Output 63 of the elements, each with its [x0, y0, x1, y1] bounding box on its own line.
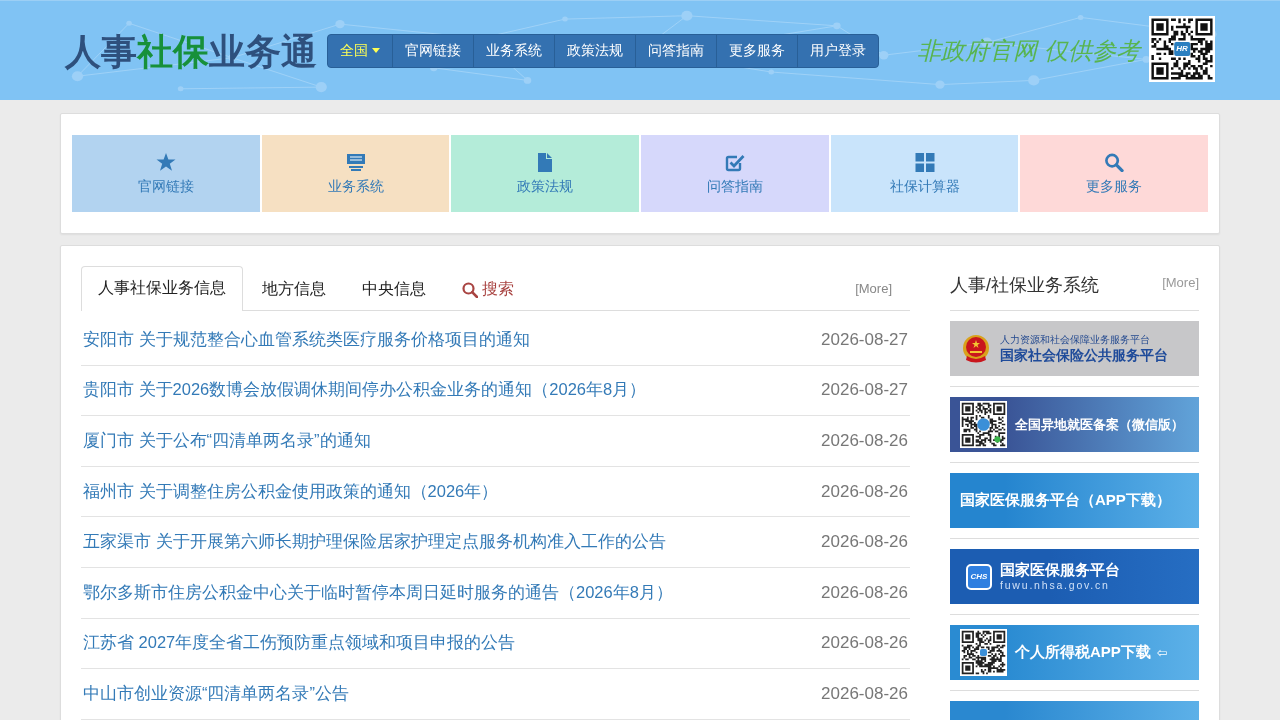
- qr-code-icon: [960, 401, 1007, 448]
- sidebar-title: 人事/社保业务系统: [950, 274, 1099, 296]
- news-link[interactable]: 中山市创业资源“四清单两名录”公告: [83, 682, 349, 705]
- news-date: 2026-08-26: [821, 481, 908, 502]
- news-link[interactable]: 鄂尔多斯市住房公积金中心关于临时暂停本周日延时服务的通告（2026年8月）: [83, 581, 673, 604]
- banner-title: 国家社会保险公共服务平台: [1000, 345, 1168, 364]
- news-link[interactable]: 五家渠市 关于开展第六师长期护理保险居家护理定点服务机构准入工作的公告: [83, 531, 666, 554]
- nav-item[interactable]: 业务系统: [473, 34, 554, 67]
- banner-title: 国家医保服务平台: [1000, 561, 1120, 579]
- slogan-text: 非政府官网 仅供参考: [917, 35, 1140, 66]
- news-link[interactable]: 厦门市 关于公布“四清单两名录”的通知: [83, 430, 371, 452]
- search-icon: [1104, 152, 1125, 172]
- grid-icon: [914, 152, 935, 172]
- shortcut-tile[interactable]: 官网链接: [72, 135, 260, 212]
- news-date: 2026-08-26: [821, 633, 908, 654]
- news-date: 2026-08-26: [821, 683, 908, 704]
- banner-link[interactable]: 全国异地就医备案（微信版）: [950, 397, 1199, 452]
- banner-title: 个人所得税APP下载: [1015, 643, 1151, 662]
- news-date: 2026-08-26: [821, 431, 908, 451]
- news-date: 2026-08-26: [821, 582, 908, 603]
- monitor-icon: [345, 152, 366, 172]
- star-icon: [155, 152, 176, 172]
- tab[interactable]: 人事社保业务信息: [81, 266, 243, 311]
- check-square-icon: [724, 152, 745, 172]
- nav-item[interactable]: 政策法规: [554, 34, 635, 67]
- emblem-icon: [962, 333, 990, 364]
- banner-title: 全国异地就医备案（微信版）: [1015, 415, 1184, 434]
- banner-link[interactable]: CHS 国家医保服务平台 fuwu.nhsa.gov.cn: [950, 549, 1199, 604]
- news-date: 2026-08-27: [821, 329, 908, 350]
- banner-title: 国家医保服务平台（APP下载）: [960, 491, 1171, 510]
- tab[interactable]: 搜索: [445, 267, 531, 311]
- nav-item[interactable]: 更多服务: [716, 34, 797, 67]
- banner-subtitle: fuwu.nhsa.gov.cn: [1000, 579, 1111, 592]
- left-arrow-icon: ⇦: [1156, 645, 1168, 660]
- news-date: 2026-08-26: [821, 532, 908, 553]
- banner-subtitle: 人力资源和社会保障业务服务平台: [1000, 333, 1151, 346]
- nav-item[interactable]: 用户登录: [797, 34, 878, 67]
- shortcut-tile[interactable]: 社保计算器: [830, 135, 1019, 212]
- banner-link[interactable]: 国家医保服务平台（APP下载）: [950, 473, 1199, 528]
- news-link[interactable]: 福州市 关于调整住房公积金使用政策的通知（2026年）: [83, 480, 499, 503]
- news-link[interactable]: 安阳市 关于规范整合心血管系统类医疗服务价格项目的通知: [83, 328, 530, 351]
- shortcut-tile[interactable]: 问答指南: [641, 135, 829, 212]
- shortcut-tile[interactable]: 更多服务: [1020, 135, 1209, 212]
- logo-badge: CHS: [966, 563, 992, 590]
- news-date: 2026-08-27: [821, 380, 908, 401]
- news-link[interactable]: 江苏省 2027年度全省工伤预防重点领域和项目申报的公告: [83, 632, 516, 655]
- shortcut-tile[interactable]: 业务系统: [261, 135, 450, 212]
- banner-link[interactable]: 个人所得税APP下载 ⇦: [950, 625, 1199, 680]
- tab[interactable]: 中央信息: [345, 267, 443, 311]
- nav-item[interactable]: 官网链接: [392, 34, 473, 67]
- nav-item[interactable]: 问答指南: [635, 34, 716, 67]
- tab[interactable]: 地方信息: [245, 267, 343, 311]
- region-dropdown[interactable]: 全国: [328, 34, 392, 67]
- search-icon: [462, 281, 478, 298]
- more-link[interactable]: [More]: [1162, 274, 1199, 292]
- caret-icon: [372, 48, 380, 53]
- qr-code-icon: [1149, 15, 1215, 82]
- more-link[interactable]: [More]: [855, 280, 910, 296]
- shortcut-tile[interactable]: 政策法规: [451, 135, 639, 212]
- qr-code-icon: [960, 629, 1007, 676]
- news-link[interactable]: 贵阳市 关于2026数博会放假调休期间停办公积金业务的通知（2026年8月）: [83, 379, 647, 402]
- banner-link[interactable]: 人力资源和社会保障业务服务平台 国家社会保险公共服务平台: [950, 321, 1199, 376]
- logo-text[interactable]: 人事社保业务通: [65, 28, 317, 73]
